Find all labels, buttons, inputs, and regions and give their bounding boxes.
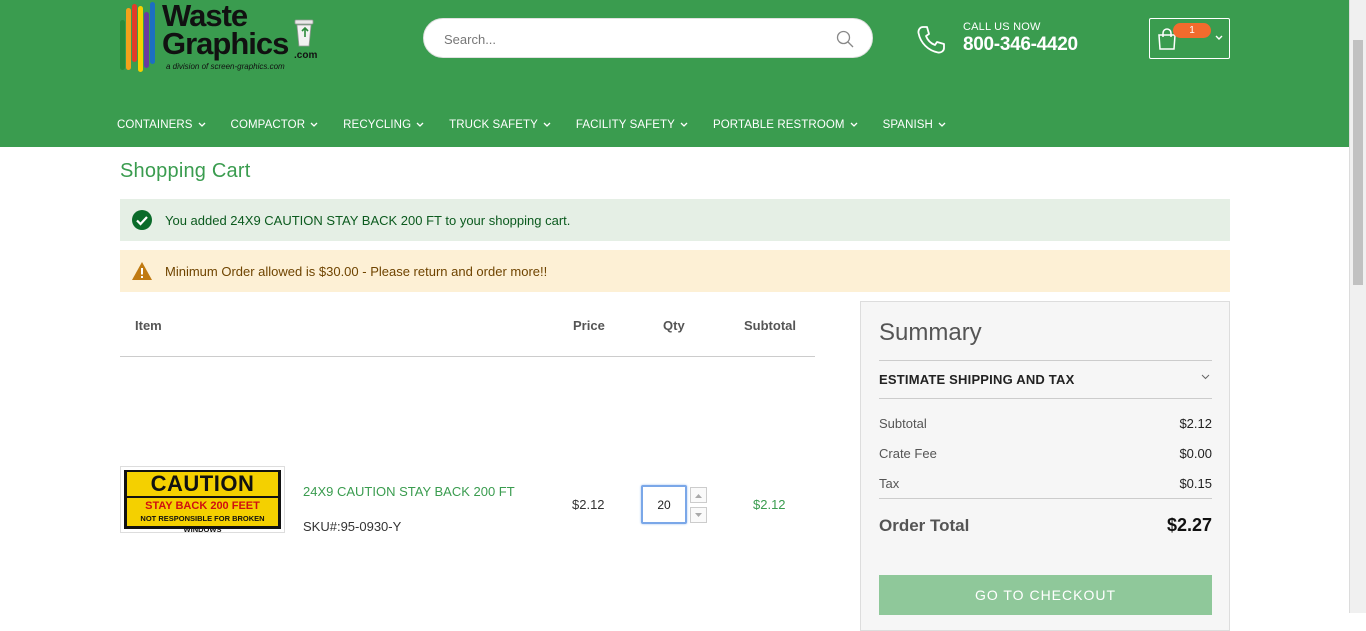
nav-item-spanish[interactable]: SPANISH <box>883 115 946 135</box>
minicart-button[interactable]: 1 <box>1149 18 1230 59</box>
page-title: Shopping Cart <box>120 160 251 182</box>
summary-row-label: Tax <box>879 476 900 491</box>
chevron-down-icon[interactable] <box>1201 374 1210 380</box>
chevron-down-icon <box>198 122 206 127</box>
estimate-shipping-toggle[interactable]: ESTIMATE SHIPPING AND TAX <box>879 372 1074 387</box>
summary-row-value: $0.00 <box>1179 446 1212 461</box>
summary-row-crate-fee: Crate Fee $0.00 <box>879 446 1212 461</box>
quantity-input[interactable] <box>643 487 685 522</box>
summary-row-tax: Tax $0.15 <box>879 476 1212 491</box>
main-navigation: CONTAINERS COMPACTOR RECYCLING TRUCK SAF… <box>117 115 971 135</box>
warning-message-text: Minimum Order allowed is $30.00 - Please… <box>165 263 548 279</box>
item-price: $2.12 <box>572 497 605 512</box>
logo-wordmark: Waste Graphics <box>162 0 289 61</box>
call-us: CALL US NOW 800-346-4420 <box>915 20 1115 60</box>
product-name-link[interactable]: 24X9 CAUTION STAY BACK 200 FT <box>303 484 515 499</box>
summary-row-value: $0.15 <box>1179 476 1212 491</box>
nav-item-recycling[interactable]: RECYCLING <box>343 115 424 135</box>
sign-title: CAUTION <box>127 472 278 496</box>
table-header-divider <box>120 356 815 357</box>
logo-line2: Graphics <box>162 26 289 61</box>
quantity-increase-button[interactable] <box>690 487 707 503</box>
order-total: Order Total $2.27 <box>879 515 1212 536</box>
success-message: You added 24X9 CAUTION STAY BACK 200 FT … <box>120 199 1230 241</box>
summary-row-value: $2.12 <box>1179 416 1212 431</box>
go-to-checkout-button[interactable]: GO TO CHECKOUT <box>879 575 1212 615</box>
summary-row-label: Crate Fee <box>879 446 937 461</box>
chevron-down-icon <box>695 513 702 517</box>
nav-item-facility-safety[interactable]: FACILITY SAFETY <box>576 115 688 135</box>
nav-item-label: PORTABLE RESTROOM <box>712 119 845 131</box>
product-image[interactable]: CAUTION STAY BACK 200 FEET NOT RESPONSIB… <box>120 466 285 534</box>
chevron-down-icon <box>680 122 688 127</box>
nav-item-compactor[interactable]: COMPACTOR <box>231 115 319 135</box>
page-scrollbar[interactable] <box>1349 0 1366 613</box>
search-box <box>423 18 873 58</box>
product-sign: CAUTION STAY BACK 200 FEET NOT RESPONSIB… <box>124 470 281 534</box>
column-header-item: Item <box>135 318 162 333</box>
sign-line2: NOT RESPONSIBLE FOR BROKEN WINDOWS <box>140 514 265 534</box>
cart-count-badge: 1 <box>1173 23 1211 38</box>
warning-triangle-icon <box>132 262 152 280</box>
order-total-label: Order Total <box>879 516 970 535</box>
sign-line1: STAY BACK 200 FEET <box>145 500 260 512</box>
nav-item-label: RECYCLING <box>343 119 412 131</box>
sign-body: STAY BACK 200 FEET NOT RESPONSIBLE FOR B… <box>127 498 278 534</box>
phone-number[interactable]: 800-346-4420 <box>963 34 1078 56</box>
column-header-qty: Qty <box>663 318 685 333</box>
quantity-field <box>641 485 687 524</box>
divider <box>879 398 1212 399</box>
logo-color-bars <box>120 2 160 72</box>
chevron-down-icon <box>1215 35 1223 40</box>
chevron-down-icon <box>310 122 318 127</box>
item-subtotal: $2.12 <box>753 497 786 512</box>
summary-title: Summary <box>879 319 982 346</box>
order-total-value: $2.27 <box>1166 515 1212 535</box>
chevron-down-icon <box>416 122 424 127</box>
order-summary: Summary ESTIMATE SHIPPING AND TAX Subtot… <box>860 301 1230 631</box>
call-label: CALL US NOW <box>963 21 1041 33</box>
chevron-down-icon <box>543 122 551 127</box>
chevron-up-icon <box>695 494 702 498</box>
column-header-subtotal: Subtotal <box>744 318 796 333</box>
chevron-down-icon <box>850 122 858 127</box>
logo-com: .com <box>294 50 318 61</box>
nav-item-containers[interactable]: CONTAINERS <box>117 115 206 135</box>
column-header-price: Price <box>573 318 605 333</box>
summary-row-subtotal: Subtotal $2.12 <box>879 416 1212 431</box>
site-header: Waste Graphics .com a division of screen… <box>0 0 1366 147</box>
success-message-text: You added 24X9 CAUTION STAY BACK 200 FT … <box>165 212 571 228</box>
check-circle-icon <box>132 210 152 230</box>
nav-item-label: COMPACTOR <box>230 119 306 131</box>
divider <box>879 498 1212 499</box>
trash-bin-icon <box>294 19 314 47</box>
divider <box>879 360 1212 361</box>
nav-item-label: SPANISH <box>882 119 933 131</box>
nav-item-label: FACILITY SAFETY <box>575 119 675 131</box>
scrollbar-thumb[interactable] <box>1353 40 1363 285</box>
nav-item-truck-safety[interactable]: TRUCK SAFETY <box>449 115 551 135</box>
summary-row-label: Subtotal <box>879 416 927 431</box>
nav-item-label: TRUCK SAFETY <box>449 119 538 131</box>
product-sku: SKU#:95-0930-Y <box>303 519 402 534</box>
chevron-down-icon <box>938 122 946 127</box>
logo-tagline: a division of screen-graphics.com <box>166 62 285 71</box>
search-input[interactable] <box>444 28 824 50</box>
phone-icon <box>917 26 945 54</box>
quantity-decrease-button[interactable] <box>690 507 707 523</box>
nav-item-label: CONTAINERS <box>117 119 193 131</box>
search-icon[interactable] <box>836 30 854 48</box>
warning-message: Minimum Order allowed is $30.00 - Please… <box>120 250 1230 292</box>
site-logo[interactable]: Waste Graphics .com a division of screen… <box>118 0 323 75</box>
nav-item-portable-restroom[interactable]: PORTABLE RESTROOM <box>713 115 858 135</box>
